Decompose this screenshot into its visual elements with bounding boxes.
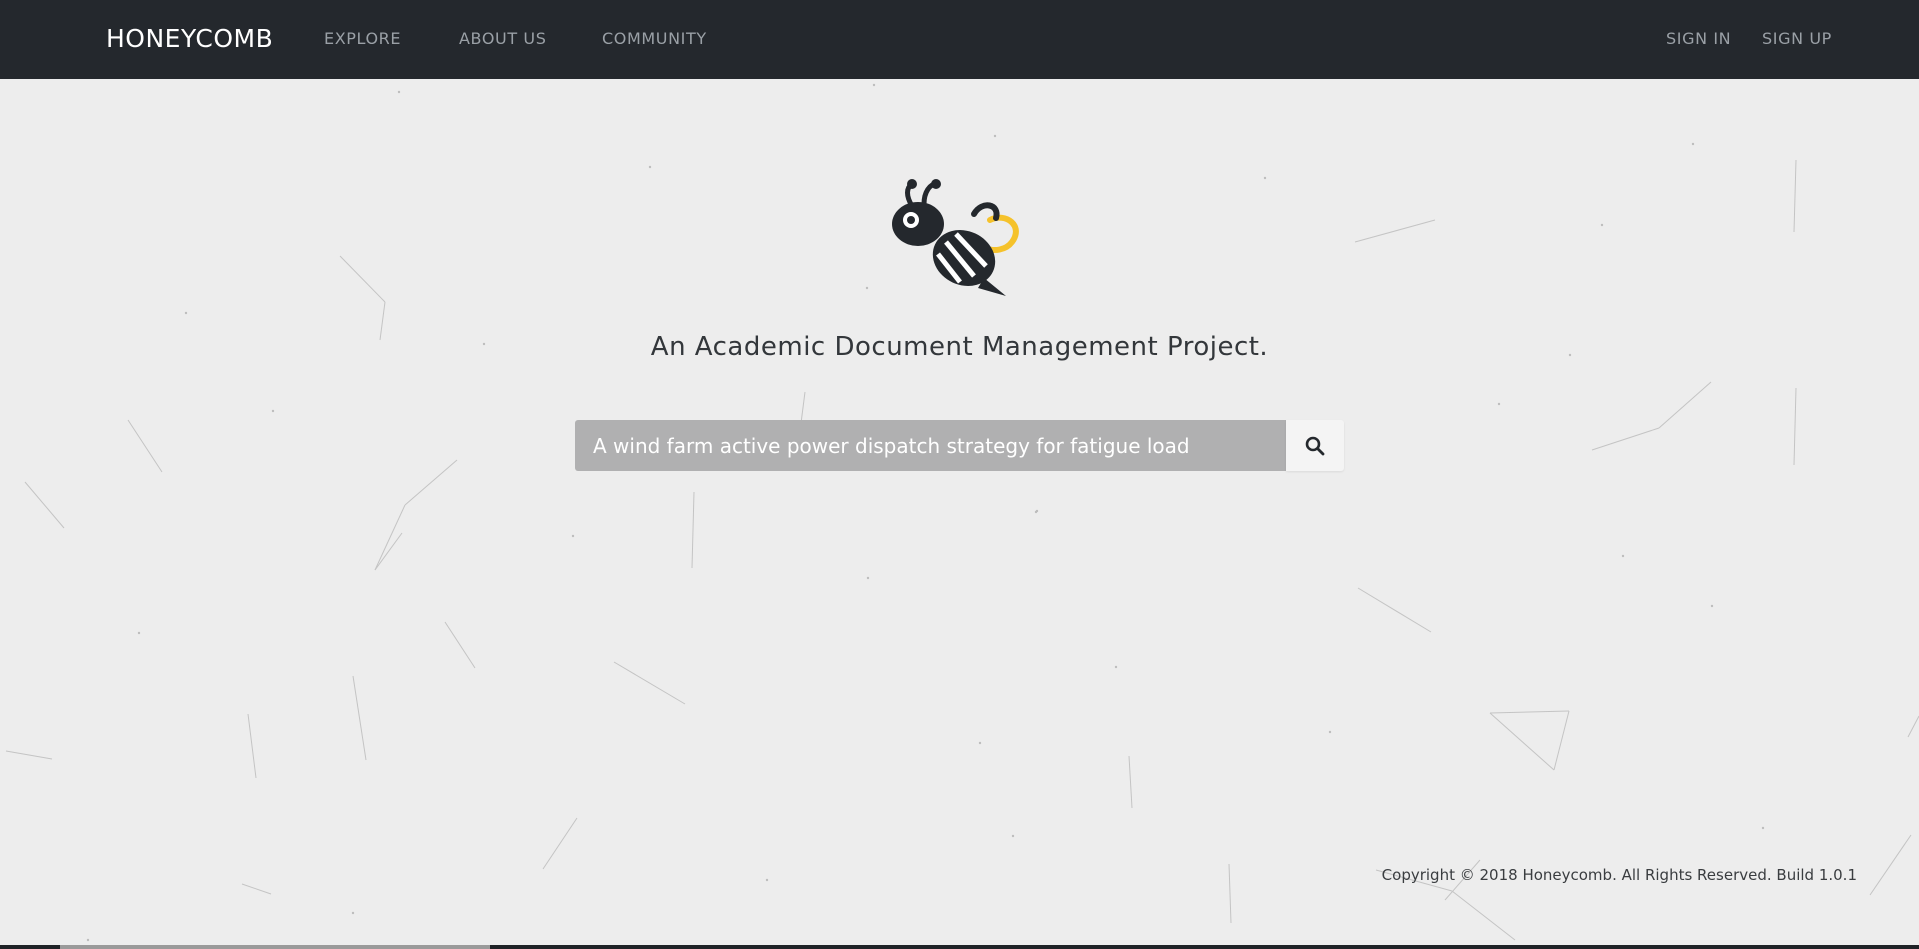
- page-tagline: An Academic Document Management Project.: [650, 332, 1269, 362]
- top-navbar: HONEYCOMB EXPLORE ABOUT US COMMUNITY SIG…: [0, 0, 1919, 79]
- sign-up-link[interactable]: SIGN UP: [1762, 29, 1832, 48]
- bee-icon: [892, 179, 1019, 296]
- search-button[interactable]: [1286, 420, 1344, 471]
- nav-about-link[interactable]: ABOUT US: [459, 29, 546, 48]
- footer-copyright: Copyright © 2018 Honeycomb. All Rights R…: [1381, 866, 1857, 884]
- particle-background: [5, 83, 1919, 942]
- sign-in-link[interactable]: SIGN IN: [1666, 29, 1731, 48]
- search-input[interactable]: [575, 420, 1286, 471]
- nav-explore-link[interactable]: EXPLORE: [324, 29, 401, 48]
- brand-logo-link[interactable]: HONEYCOMB: [106, 24, 273, 53]
- bottom-scrollbar[interactable]: [0, 945, 1919, 949]
- nav-community-link[interactable]: COMMUNITY: [602, 29, 707, 48]
- search-icon: [1305, 436, 1325, 455]
- scrollbar-thumb[interactable]: [60, 945, 490, 949]
- search-bar: [575, 420, 1344, 471]
